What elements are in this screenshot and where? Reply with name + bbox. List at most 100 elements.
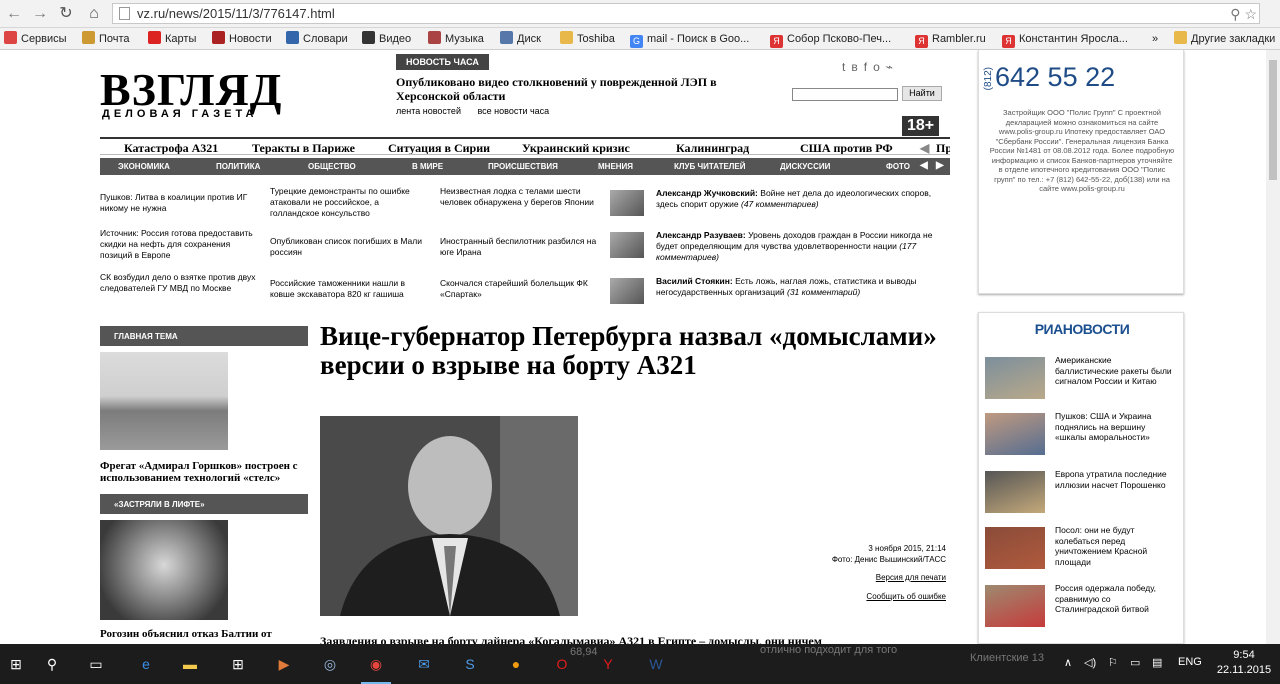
- store-icon[interactable]: ⊞: [226, 652, 250, 676]
- bookmark-news[interactable]: Новости: [212, 31, 272, 47]
- teaser-link[interactable]: СК возбудил дело о взятке против двух сл…: [100, 272, 260, 294]
- home-icon[interactable]: ⌂: [84, 4, 104, 24]
- skype-icon[interactable]: S: [458, 652, 482, 676]
- rubric-link[interactable]: ПРОИСШЕСТВИЯ: [488, 162, 558, 171]
- forward-icon[interactable]: →: [30, 4, 50, 24]
- zoom-icon[interactable]: ⚲: [1230, 6, 1240, 22]
- bookmark-rambler[interactable]: Я Rambler.ru: [915, 31, 986, 48]
- bookmark-maps[interactable]: Карты: [148, 31, 196, 47]
- search-input[interactable]: [792, 88, 898, 101]
- rubrics-prev-icon[interactable]: ◀: [920, 160, 928, 171]
- rubric-link[interactable]: ПОЛИТИКА: [216, 162, 260, 171]
- bookmark-mail[interactable]: Почта: [82, 31, 130, 47]
- report-error-link[interactable]: Сообщить об ошибке: [750, 592, 946, 601]
- bookmark-dictionaries[interactable]: Словари: [286, 31, 348, 47]
- search-icon[interactable]: ⚲: [40, 652, 64, 676]
- volume-icon[interactable]: ◁): [1084, 656, 1096, 669]
- bookmark-toshiba[interactable]: Toshiba: [560, 31, 615, 47]
- clock[interactable]: 9:54 22.11.2015: [1214, 648, 1274, 678]
- opera-icon[interactable]: O: [550, 652, 574, 676]
- ria-item[interactable]: Пушков: США и Украина поднялись на верши…: [985, 411, 1181, 457]
- teaser-link[interactable]: Опубликован список погибших в Мали росси…: [270, 236, 430, 258]
- explorer-icon[interactable]: ▬: [178, 652, 202, 676]
- rubric-link[interactable]: КЛУБ ЧИТАТЕЛЕЙ: [674, 162, 746, 171]
- ria-item[interactable]: Европа утратила последние иллюзии насчет…: [985, 469, 1181, 515]
- opinion-item[interactable]: Александр Разуваев: Уровень доходов граж…: [610, 230, 950, 264]
- topic-link[interactable]: Ситуация в Сирии: [388, 141, 490, 154]
- bookmark-video[interactable]: Видео: [362, 31, 411, 47]
- teaser-link[interactable]: Скончался старейший болельщик ФК «Спарта…: [440, 278, 600, 300]
- reload-icon[interactable]: ↻: [56, 4, 76, 24]
- ria-logo[interactable]: РИАНОВОСТИ: [979, 321, 1185, 337]
- stuck-in-lift-caption[interactable]: Рогозин объяснил отказ Балтии от: [100, 628, 310, 640]
- back-icon[interactable]: ←: [4, 4, 24, 24]
- teaser-link[interactable]: Российские таможенники нашли в ковше экс…: [270, 278, 430, 300]
- teaser-link[interactable]: Иностранный беспилотник разбился на юге …: [440, 236, 600, 258]
- rubrics-next-icon[interactable]: ▶: [936, 160, 944, 171]
- messenger-icon[interactable]: ●: [504, 652, 528, 676]
- rogozin-photo[interactable]: [100, 520, 228, 620]
- ad-banner[interactable]: (812) 642 55 22 Застройщик ООО "Полис Гру…: [978, 50, 1184, 294]
- ria-item[interactable]: Посол: они не будут колебаться перед уни…: [985, 525, 1181, 571]
- opinion-comments[interactable]: (31 комментарий): [787, 287, 860, 297]
- network-icon[interactable]: ⚐: [1108, 656, 1118, 669]
- rubric-link[interactable]: В МИРЕ: [412, 162, 443, 171]
- tray-expand-icon[interactable]: ∧: [1064, 656, 1072, 669]
- rubric-link[interactable]: ДИСКУССИИ: [780, 162, 830, 171]
- bookmark-sobor[interactable]: Я Собор Псково-Печ...: [770, 31, 891, 48]
- bookmark-konstantin[interactable]: Я Константин Яросла...: [1002, 31, 1128, 48]
- frigate-photo[interactable]: [100, 352, 228, 450]
- topic-link[interactable]: Катастрофа А321: [124, 141, 218, 154]
- media-icon[interactable]: ▶: [272, 652, 296, 676]
- task-view-icon[interactable]: ▭: [84, 652, 108, 676]
- notifications-icon[interactable]: ▤: [1152, 656, 1162, 669]
- edge-icon[interactable]: e: [134, 652, 158, 676]
- app-icon[interactable]: ◎: [318, 652, 342, 676]
- vk-icon[interactable]: в: [851, 60, 863, 74]
- main-theme-caption[interactable]: Фрегат «Адмирал Горшков» построен с испо…: [100, 460, 310, 484]
- topics-prev-icon[interactable]: ◀: [920, 141, 929, 154]
- address-bar[interactable]: vz.ru/news/2015/11/3/776147.html ⚲ ☆: [112, 3, 1260, 24]
- language-indicator[interactable]: ENG: [1178, 656, 1202, 668]
- start-icon[interactable]: ⊞: [4, 652, 28, 676]
- bookmark-services[interactable]: Сервисы: [4, 31, 67, 47]
- all-news-link[interactable]: все новости часа: [477, 106, 549, 116]
- bookmark-google[interactable]: Gmail - Поиск в Goo...: [630, 31, 749, 48]
- rss-icon[interactable]: ⌁: [886, 60, 899, 74]
- search-button[interactable]: Найти: [902, 86, 942, 101]
- rubric-link[interactable]: МНЕНИЯ: [598, 162, 633, 171]
- news-hour-headline[interactable]: Опубликовано видео столкновений у повреж…: [396, 75, 736, 103]
- teaser-link[interactable]: Источник: Россия готова предоставить ски…: [100, 228, 260, 261]
- print-version-link[interactable]: Версия для печати: [750, 573, 946, 582]
- opinion-item[interactable]: Василий Стоякин: Есть ложь, наглая ложь,…: [610, 276, 950, 310]
- opinion-comments[interactable]: (47 комментариев): [741, 199, 819, 209]
- word-icon[interactable]: W: [644, 652, 668, 676]
- topic-link[interactable]: США против РФ: [800, 141, 893, 154]
- topic-link[interactable]: Калининград: [676, 141, 749, 154]
- yandex-browser-icon[interactable]: Y: [596, 652, 620, 676]
- bookmark-music[interactable]: Музыка: [428, 31, 484, 47]
- twitter-icon[interactable]: t: [842, 60, 851, 74]
- topic-link[interactable]: Украинский кризис: [522, 141, 630, 154]
- star-icon[interactable]: ☆: [1244, 6, 1257, 22]
- mail-icon[interactable]: ✉: [412, 652, 436, 676]
- bookmark-other[interactable]: Другие закладки: [1174, 31, 1275, 47]
- news-feed-link[interactable]: лента новостей: [396, 106, 461, 116]
- ria-item[interactable]: Американские баллистические ракеты были …: [985, 355, 1181, 401]
- rubric-link[interactable]: ЭКОНОМИКА: [118, 162, 170, 171]
- rubric-link[interactable]: ОБЩЕСТВО: [308, 162, 356, 171]
- opinion-item[interactable]: Александр Жучковский: Войне нет дела до …: [610, 188, 950, 222]
- ria-item[interactable]: Россия одержала победу, сравнимую со Ста…: [985, 583, 1181, 629]
- scrollbar[interactable]: [1266, 50, 1280, 644]
- rubric-link[interactable]: ФОТО: [886, 162, 910, 171]
- topic-link[interactable]: Пр: [936, 141, 950, 154]
- teaser-link[interactable]: Неизвестная лодка с телами шести человек…: [440, 186, 600, 208]
- display-icon[interactable]: ▭: [1130, 656, 1140, 669]
- facebook-icon[interactable]: f: [864, 60, 873, 74]
- bookmarks-overflow[interactable]: »: [1152, 31, 1158, 47]
- ok-icon[interactable]: о: [873, 60, 886, 74]
- teaser-link[interactable]: Пушков: Литва в коалиции против ИГ ником…: [100, 192, 260, 214]
- site-logo[interactable]: ВЗГЛЯД: [100, 67, 282, 113]
- teaser-link[interactable]: Турецкие демонстранты по ошибке атаковал…: [270, 186, 430, 219]
- scrollbar-thumb[interactable]: [1269, 60, 1277, 180]
